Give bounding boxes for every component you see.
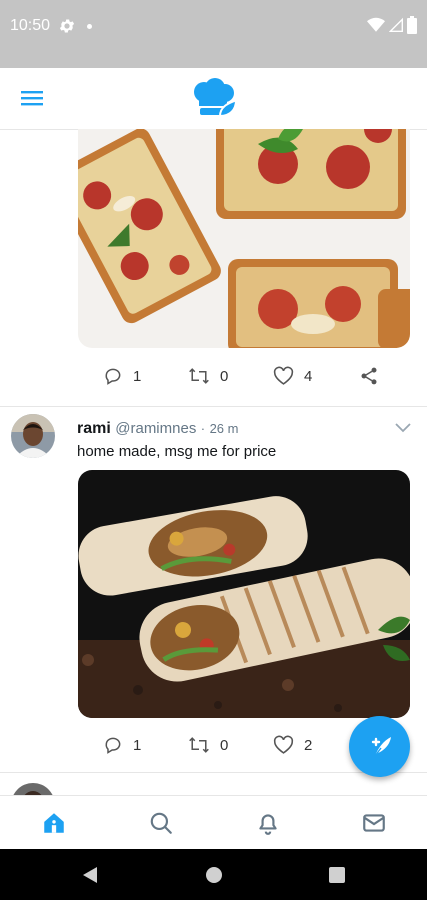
wifi-icon bbox=[367, 17, 385, 32]
retweet-button[interactable]: 0 bbox=[188, 362, 228, 390]
user-handle[interactable]: @ramimnes bbox=[115, 420, 196, 437]
home-icon[interactable] bbox=[41, 810, 67, 836]
status-icons bbox=[367, 16, 417, 34]
chef-hat-leaf-logo bbox=[194, 78, 238, 118]
compose-button[interactable] bbox=[349, 716, 410, 777]
chevron-down-icon[interactable] bbox=[395, 421, 411, 433]
retweet-count: 0 bbox=[220, 367, 229, 385]
tweet-image[interactable] bbox=[78, 129, 410, 348]
reply-count: 1 bbox=[133, 736, 142, 754]
app-bar bbox=[0, 68, 427, 130]
reply-icon bbox=[105, 368, 121, 385]
retweet-button[interactable]: 0 bbox=[188, 731, 228, 759]
cell-signal-icon bbox=[389, 17, 403, 32]
tweet-separator: · bbox=[200, 421, 206, 436]
like-count: 2 bbox=[304, 736, 313, 754]
like-count: 4 bbox=[304, 367, 313, 385]
hamburger-menu-icon[interactable] bbox=[20, 88, 44, 108]
compose-feather-plus-icon bbox=[371, 736, 391, 756]
recents-square-icon[interactable] bbox=[329, 867, 345, 883]
share-icon bbox=[361, 367, 377, 385]
battery-icon bbox=[407, 16, 417, 34]
user-name[interactable]: rami bbox=[77, 420, 111, 437]
notification-dot-icon bbox=[87, 24, 92, 29]
retweet-icon bbox=[189, 368, 209, 384]
avatar[interactable] bbox=[11, 783, 55, 795]
shawarma-wrap-photo bbox=[78, 470, 410, 718]
messages-mail-icon[interactable] bbox=[361, 810, 387, 836]
user-avatar-photo bbox=[11, 414, 55, 458]
share-button[interactable] bbox=[359, 362, 379, 390]
status-time: 10:50 bbox=[10, 17, 51, 34]
user-avatar-photo bbox=[11, 783, 55, 795]
pizza-toast-photo bbox=[78, 129, 410, 348]
tweet-time: 26 m bbox=[209, 421, 239, 436]
tweet-actions: 1 0 4 bbox=[103, 362, 393, 390]
back-icon[interactable] bbox=[82, 866, 98, 884]
heart-icon bbox=[273, 735, 294, 754]
tweet-feed[interactable]: 1 0 4 rami @ramimnes · 26 m home made, m… bbox=[0, 129, 427, 795]
reply-count: 1 bbox=[133, 367, 142, 385]
bottom-navigation bbox=[0, 795, 427, 850]
reply-button[interactable]: 1 bbox=[103, 362, 141, 390]
gear-icon bbox=[59, 19, 75, 33]
avatar[interactable] bbox=[11, 414, 55, 458]
tweet-image[interactable] bbox=[78, 470, 410, 718]
like-button[interactable]: 2 bbox=[273, 731, 312, 759]
status-bar: 10:50 bbox=[0, 0, 427, 68]
tweet-text: home made, msg me for price bbox=[77, 443, 277, 460]
search-icon[interactable] bbox=[148, 810, 174, 836]
retweet-count: 0 bbox=[220, 736, 229, 754]
tweet-header: rami @ramimnes · 26 m bbox=[77, 420, 238, 438]
like-button[interactable]: 4 bbox=[273, 362, 312, 390]
reply-button[interactable]: 1 bbox=[103, 731, 141, 759]
home-circle-icon[interactable] bbox=[205, 866, 223, 884]
system-navigation-bar bbox=[0, 849, 427, 900]
tweet-divider bbox=[0, 406, 427, 407]
reply-icon bbox=[105, 737, 121, 754]
retweet-icon bbox=[189, 737, 209, 753]
notifications-bell-icon[interactable] bbox=[255, 810, 281, 836]
heart-icon bbox=[273, 366, 294, 385]
